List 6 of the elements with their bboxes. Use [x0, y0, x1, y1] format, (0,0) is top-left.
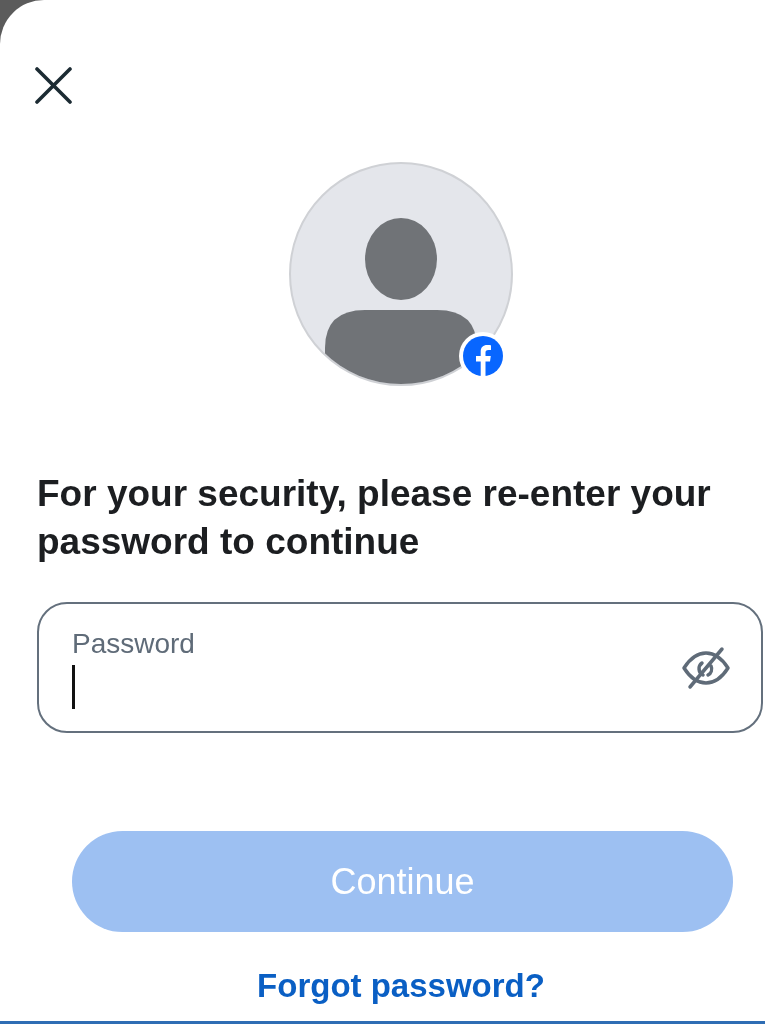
- close-icon[interactable]: [35, 67, 72, 104]
- password-field[interactable]: Password: [37, 602, 763, 733]
- eye-off-icon[interactable]: [681, 645, 731, 690]
- security-prompt-heading: For your security, please re-enter your password to continue: [37, 472, 712, 564]
- forgot-password-link[interactable]: Forgot password?: [257, 966, 545, 1006]
- field-label: Password: [72, 626, 195, 661]
